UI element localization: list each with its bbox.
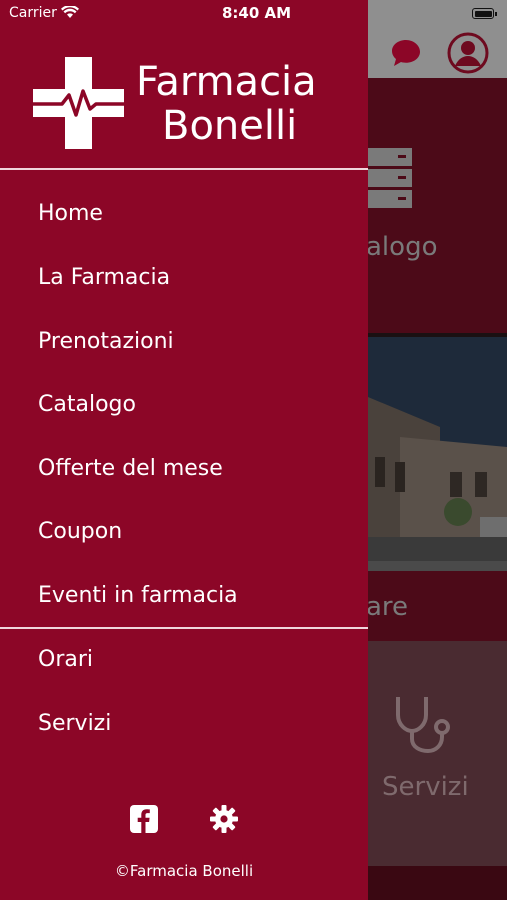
catalog-icon <box>368 148 412 208</box>
settings-icon[interactable] <box>210 805 238 833</box>
wifi-icon <box>61 6 79 18</box>
side-drawer: Farmacia Bonelli Home La Farmacia Prenot… <box>0 0 368 900</box>
menu-item-prenotazioni[interactable]: Prenotazioni <box>38 329 174 354</box>
catalog-tile-label: alogo <box>366 232 438 262</box>
battery-icon <box>472 8 494 19</box>
menu-item-coupon[interactable]: Coupon <box>38 519 122 544</box>
status-bar: Carrier 8:40 AM <box>0 0 507 28</box>
menu-item-eventi-in-farmacia[interactable]: Eventi in farmacia <box>38 583 238 608</box>
carrier-label: Carrier <box>9 5 57 21</box>
menu-divider <box>0 627 368 629</box>
user-icon[interactable] <box>447 32 489 74</box>
stethoscope-icon <box>396 697 450 754</box>
brand-line-1: Farmacia <box>136 59 317 105</box>
brand-line-2: Bonelli <box>162 103 298 149</box>
clock: 8:40 AM <box>222 4 292 22</box>
header-divider <box>0 168 368 170</box>
menu-item-catalogo[interactable]: Catalogo <box>38 392 136 417</box>
servizi-tile-label: Servizi <box>382 772 469 802</box>
copyright-text: ©Farmacia Bonelli <box>114 862 254 880</box>
menu-item-orari[interactable]: Orari <box>38 647 93 672</box>
menu-item-la-farmacia[interactable]: La Farmacia <box>38 265 170 290</box>
menu-item-offerte-del-mese[interactable]: Offerte del mese <box>38 456 223 481</box>
menu-item-servizi[interactable]: Servizi <box>38 711 111 736</box>
menu-item-home[interactable]: Home <box>38 201 103 226</box>
facebook-icon[interactable] <box>130 805 158 833</box>
battery-tip <box>495 12 497 16</box>
prenota-tile-label: are <box>366 592 409 622</box>
brand-name: Farmacia Bonelli <box>136 60 317 148</box>
chat-icon[interactable] <box>390 38 422 68</box>
